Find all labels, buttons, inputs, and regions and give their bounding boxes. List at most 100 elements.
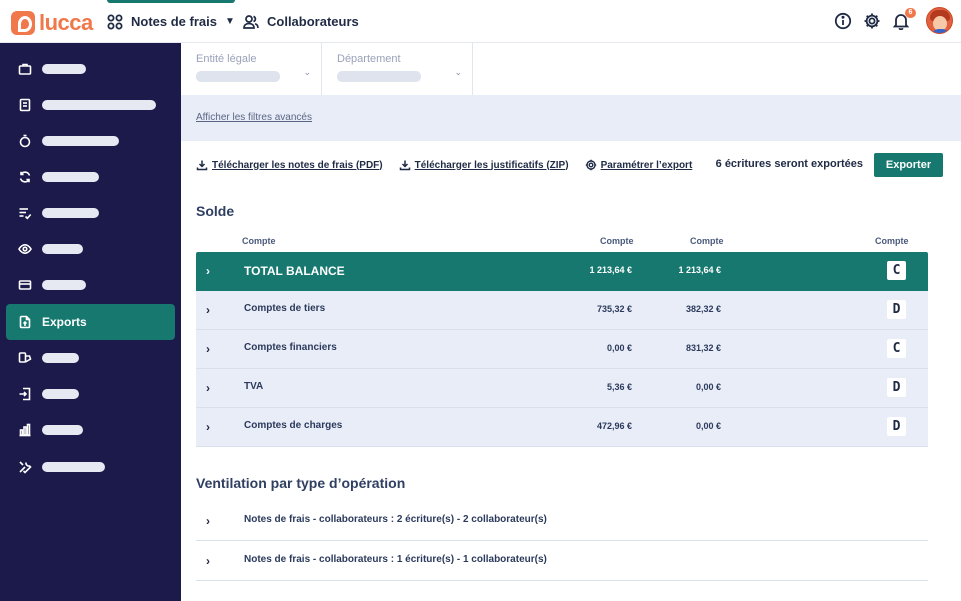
- chevron-right-icon[interactable]: ›: [206, 554, 210, 568]
- sidebar-item-placeholder: [42, 136, 119, 146]
- sidebar-item-placeholder: [42, 425, 83, 435]
- export-button[interactable]: Exporter: [874, 153, 943, 177]
- row-value-2: 0,00 €: [695, 382, 721, 392]
- sidebar-item-5[interactable]: [6, 195, 175, 231]
- ventilation-title: Ventilation par type d’opération: [196, 475, 406, 491]
- download-pdf-label: Télécharger les notes de frais (PDF): [212, 159, 383, 171]
- sidebar-item-placeholder: [42, 244, 83, 254]
- download-zip-label: Télécharger les justificatifs (ZIP): [414, 159, 569, 171]
- download-icon: [399, 160, 410, 171]
- import-icon: [19, 387, 31, 401]
- chevron-right-icon[interactable]: ›: [206, 343, 216, 355]
- settings-icon: [585, 159, 596, 171]
- ventilation-row-label: Notes de frais - collaborateurs : 1 écri…: [244, 554, 547, 565]
- lucca-logo-mark: [11, 11, 35, 35]
- logo-text: lucca: [39, 10, 93, 35]
- sidebar-item-placeholder: [42, 64, 86, 74]
- credit-debit-badge: D: [887, 300, 906, 319]
- chevron-down-icon: ⌄: [454, 67, 462, 77]
- sidebar: Exports: [0, 43, 181, 601]
- credit-debit-badge: C: [887, 261, 906, 280]
- advanced-filters-link[interactable]: Afficher les filtres avancés: [196, 112, 312, 123]
- credit-debit-badge: D: [887, 378, 906, 397]
- sidebar-item-7[interactable]: [6, 267, 175, 303]
- download-zip-link[interactable]: Télécharger les justificatifs (ZIP): [399, 159, 569, 171]
- credit-debit-badge: C: [887, 339, 906, 358]
- help-icon[interactable]: [834, 12, 852, 30]
- chevron-right-icon[interactable]: ›: [206, 514, 210, 528]
- actions-bar: Télécharger les notes de frais (PDF) Tél…: [196, 153, 943, 177]
- configure-export-link[interactable]: Paramétrer l’export: [585, 159, 692, 171]
- row-value-1: 1 213,64 €: [589, 265, 632, 275]
- sidebar-item-11[interactable]: [6, 412, 175, 448]
- column-header: Compte: [690, 236, 724, 246]
- row-name: TOTAL BALANCE: [244, 264, 345, 278]
- download-pdf-link[interactable]: Télécharger les notes de frais (PDF): [196, 159, 383, 171]
- table-row[interactable]: › TVA 5,36 € 0,00 € D: [196, 369, 928, 408]
- ventilation-list: › Notes de frais - collaborateurs : 2 éc…: [196, 501, 928, 581]
- sidebar-item-3[interactable]: [6, 123, 175, 159]
- nav-notes-de-frais[interactable]: Notes de frais ▼: [107, 0, 235, 43]
- payment-icon: [18, 352, 32, 363]
- list-item[interactable]: › Notes de frais - collaborateurs : 1 éc…: [196, 541, 928, 581]
- export-count-text: 6 écritures seront exportées: [715, 158, 863, 170]
- department-filter-label: Département: [337, 53, 401, 65]
- solde-title: Solde: [196, 203, 235, 219]
- table-row[interactable]: › Comptes financiers 0,00 € 831,32 € C: [196, 330, 928, 369]
- row-value-2: 0,00 €: [695, 421, 721, 431]
- eye-icon: [18, 243, 32, 255]
- sidebar-item-9[interactable]: [6, 340, 175, 376]
- sidebar-item-4[interactable]: [6, 159, 175, 195]
- avatar[interactable]: [926, 7, 953, 34]
- credit-debit-badge: D: [887, 417, 906, 436]
- notification-badge: 6: [905, 7, 916, 18]
- apps-grid-icon: [107, 14, 123, 29]
- sidebar-item-10[interactable]: [6, 376, 175, 412]
- sidebar-item-placeholder: [42, 172, 99, 182]
- stopwatch-icon: [19, 134, 31, 148]
- sidebar-item-exports[interactable]: Exports: [6, 304, 175, 340]
- row-value-1: 5,36 €: [606, 382, 632, 392]
- lucca-logo[interactable]: lucca: [11, 10, 93, 36]
- row-name: Comptes de tiers: [244, 303, 326, 314]
- table-row-total[interactable]: › TOTAL BALANCE 1 213,64 € 1 213,64 € C: [196, 252, 928, 291]
- sidebar-item-6[interactable]: [6, 231, 175, 267]
- column-header: Compte: [875, 236, 909, 246]
- department-filter[interactable]: Département ⌄: [322, 43, 473, 95]
- table-row[interactable]: › Comptes de tiers 735,32 € 382,32 € D: [196, 291, 928, 330]
- settings-icon[interactable]: [863, 12, 881, 30]
- sidebar-item-2[interactable]: [6, 87, 175, 123]
- entity-filter-label: Entité légale: [196, 53, 257, 65]
- credit-card-icon: [18, 280, 32, 290]
- main-content: Entité légale ⌄ Département ⌄ Afficher l…: [181, 43, 961, 601]
- column-header: Compte: [242, 236, 276, 246]
- chevron-down-icon: ⌄: [303, 67, 311, 77]
- table-row[interactable]: › Comptes de charges 472,96 € 0,00 € D: [196, 408, 928, 447]
- chevron-down-icon: ▼: [224, 16, 235, 27]
- chevron-right-icon[interactable]: ›: [206, 382, 216, 394]
- entity-filter[interactable]: Entité légale ⌄: [181, 43, 322, 95]
- export-icon: [19, 315, 31, 329]
- filter-bar: Entité légale ⌄ Département ⌄: [181, 43, 961, 95]
- receipt-icon: [19, 98, 31, 112]
- nav-collaborateurs-label: Collaborateurs: [267, 14, 359, 29]
- ventilation-row-label: Notes de frais - collaborateurs : 2 écri…: [244, 514, 547, 525]
- briefcase-icon: [18, 63, 32, 75]
- sidebar-item-placeholder: [42, 280, 86, 290]
- chevron-right-icon[interactable]: ›: [206, 304, 216, 316]
- row-value-2: 382,32 €: [685, 304, 721, 314]
- row-name: Comptes de charges: [244, 420, 343, 431]
- avatar-shirt: [931, 29, 950, 33]
- sidebar-item-placeholder: [42, 389, 79, 399]
- chevron-right-icon[interactable]: ›: [206, 265, 216, 277]
- entity-filter-value-placeholder: [196, 71, 280, 82]
- sidebar-item-12[interactable]: [6, 449, 175, 485]
- column-header: Compte: [600, 236, 634, 246]
- list-item[interactable]: › Notes de frais - collaborateurs : 2 éc…: [196, 501, 928, 541]
- row-value-2: 831,32 €: [685, 343, 721, 353]
- chevron-right-icon[interactable]: ›: [206, 421, 216, 433]
- sidebar-item-1[interactable]: [6, 51, 175, 87]
- row-value-2: 1 213,64 €: [678, 265, 721, 275]
- notifications-button[interactable]: 6: [892, 7, 916, 30]
- nav-collaborateurs[interactable]: Collaborateurs: [243, 0, 359, 43]
